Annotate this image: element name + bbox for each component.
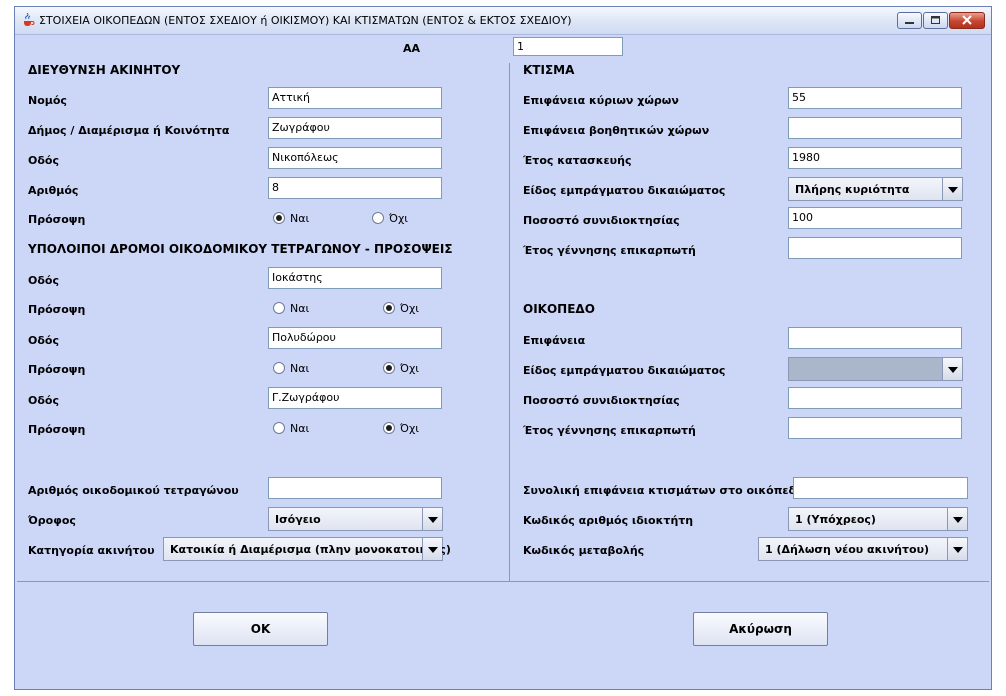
voithitikoi-field[interactable] xyxy=(788,117,962,139)
oikopedo-pososto-field[interactable] xyxy=(788,387,962,409)
footer-divider xyxy=(17,581,989,582)
arithmos-field[interactable]: 8 xyxy=(268,177,442,199)
etos-label: Έτος κατασκευής xyxy=(523,154,632,167)
radio-unselected-icon xyxy=(372,212,384,224)
other-streets-header: ΥΠΟΛΟΙΠΟΙ ΔΡΟΜΟΙ ΟΙΚΟΔΟΜΙΚΟΥ ΤΕΤΡΑΓΩΝΟΥ … xyxy=(28,242,453,256)
cancel-button[interactable]: Ακύρωση xyxy=(693,612,828,646)
dropdown-arrow-icon[interactable] xyxy=(942,358,962,380)
ktisma-eidos-label: Είδος εμπράγματου δικαιώματος xyxy=(523,184,726,197)
nomos-label: Νομός xyxy=(28,94,67,107)
odos-field[interactable]: Νικοπόλεως xyxy=(268,147,442,169)
synoliki-label: Συνολική επιφάνεια κτισμάτων στο οικόπεδ… xyxy=(523,484,804,497)
dropdown-arrow-icon[interactable] xyxy=(422,508,442,530)
prosopsi-label: Πρόσοψη xyxy=(28,213,86,226)
etos-field[interactable]: 1980 xyxy=(788,147,962,169)
radio-selected-icon xyxy=(383,422,395,434)
katigoria-combo[interactable]: Κατοικία ή Διαμέρισμα (πλην μονοκατοικία… xyxy=(163,537,451,561)
minimize-button[interactable] xyxy=(897,12,922,29)
voithitikoi-label: Επιφάνεια βοηθητικών χώρων xyxy=(523,124,710,137)
street1-yes-radio[interactable]: Ναι xyxy=(273,302,309,315)
maximize-icon xyxy=(931,16,940,24)
radio-unselected-icon xyxy=(273,362,285,374)
dimos-label: Δήμος / Διαμέρισμα ή Κοινότητα xyxy=(28,124,230,137)
close-icon xyxy=(962,15,972,25)
prosopsi-no-radio[interactable]: Όχι xyxy=(372,212,408,225)
column-divider xyxy=(509,63,510,582)
aa-field[interactable]: 1 xyxy=(513,37,623,56)
ktisma-gennisi-field[interactable] xyxy=(788,237,962,259)
block-number-label: Αριθμός οικοδομικού τετραγώνου xyxy=(28,484,239,497)
street1-odos-label: Οδός xyxy=(28,274,59,287)
dropdown-arrow-icon[interactable] xyxy=(422,538,442,560)
oikopedo-eidos-combo[interactable] xyxy=(788,357,963,381)
title-bar[interactable]: ΣΤΟΙΧΕΙΑ ΟΙΚΟΠΕΔΩΝ (ΕΝΤΟΣ ΣΧΕΔΙΟΥ ή ΟΙΚΙ… xyxy=(15,7,991,35)
kyrioi-label: Επιφάνεια κύριων χώρων xyxy=(523,94,679,107)
street3-odos-field[interactable]: Γ.Ζωγράφου xyxy=(268,387,442,409)
oikopedo-pososto-label: Ποσοστό συνιδιοκτησίας xyxy=(523,394,680,407)
radio-selected-icon xyxy=(383,362,395,374)
close-button[interactable] xyxy=(949,12,985,29)
java-cup-icon xyxy=(24,13,35,26)
dropdown-arrow-icon[interactable] xyxy=(947,508,967,530)
radio-selected-icon xyxy=(273,212,285,224)
street2-odos-label: Οδός xyxy=(28,334,59,347)
prosopsi-yes-radio[interactable]: Ναι xyxy=(273,212,309,225)
ktisma-header: ΚΤΙΣΜΑ xyxy=(523,63,575,77)
oikopedo-gennisi-field[interactable] xyxy=(788,417,962,439)
orofos-label: Όροφος xyxy=(28,514,76,527)
street3-yes-radio[interactable]: Ναι xyxy=(273,422,309,435)
oikopedo-gennisi-label: Έτος γέννησης επικαρπωτή xyxy=(523,424,696,437)
dialog-window: ΣΤΟΙΧΕΙΑ ΟΙΚΟΠΕΔΩΝ (ΕΝΤΟΣ ΣΧΕΔΙΟΥ ή ΟΙΚΙ… xyxy=(14,6,992,690)
street3-odos-label: Οδός xyxy=(28,394,59,407)
kodikos-metavolis-label: Κωδικός μεταβολής xyxy=(523,544,645,557)
minimize-icon xyxy=(905,22,914,24)
street2-no-radio[interactable]: Όχι xyxy=(383,362,419,375)
ktisma-pososto-field[interactable]: 100 xyxy=(788,207,962,229)
odos-label: Οδός xyxy=(28,154,59,167)
street2-prosopsi-label: Πρόσοψη xyxy=(28,363,86,376)
dropdown-arrow-icon[interactable] xyxy=(942,178,962,200)
address-header: ΔΙΕΥΘΥΝΣΗ ΑΚΙΝΗΤΟΥ xyxy=(28,63,181,77)
kodikos-idiokti-label: Κωδικός αριθμός ιδιοκτήτη xyxy=(523,514,694,527)
street1-prosopsi-label: Πρόσοψη xyxy=(28,303,86,316)
radio-selected-icon xyxy=(383,302,395,314)
katigoria-label: Κατηγορία ακινήτου xyxy=(28,544,155,557)
arithmos-label: Αριθμός xyxy=(28,184,79,197)
oikopedo-epifaneia-label: Επιφάνεια xyxy=(523,334,586,347)
kodikos-metavolis-combo[interactable]: 1 (Δήλωση νέου ακινήτου) xyxy=(758,537,968,561)
dropdown-arrow-icon[interactable] xyxy=(947,538,967,560)
orofos-combo[interactable]: Ισόγειο xyxy=(268,507,443,531)
ktisma-eidos-combo[interactable]: Πλήρης κυριότητα xyxy=(788,177,963,201)
synoliki-field[interactable] xyxy=(793,477,968,499)
ktisma-gennisi-label: Έτος γέννησης επικαρπωτή xyxy=(523,244,696,257)
kyrioi-field[interactable]: 55 xyxy=(788,87,962,109)
aa-label: ΑΑ xyxy=(403,42,421,55)
street1-no-radio[interactable]: Όχι xyxy=(383,302,419,315)
nomos-field[interactable]: Αττική xyxy=(268,87,442,109)
street3-prosopsi-label: Πρόσοψη xyxy=(28,423,86,436)
kodikos-idiokti-combo[interactable]: 1 (Υπόχρεος) xyxy=(788,507,968,531)
radio-unselected-icon xyxy=(273,302,285,314)
oikopedo-eidos-label: Είδος εμπράγματου δικαιώματος xyxy=(523,364,726,377)
ok-button[interactable]: OK xyxy=(193,612,328,646)
maximize-button[interactable] xyxy=(923,12,948,29)
street1-odos-field[interactable]: Ιοκάστης xyxy=(268,267,442,289)
street3-no-radio[interactable]: Όχι xyxy=(383,422,419,435)
window-title: ΣΤΟΙΧΕΙΑ ΟΙΚΟΠΕΔΩΝ (ΕΝΤΟΣ ΣΧΕΔΙΟΥ ή ΟΙΚΙ… xyxy=(39,14,572,27)
radio-unselected-icon xyxy=(273,422,285,434)
dimos-field[interactable]: Ζωγράφου xyxy=(268,117,442,139)
street2-yes-radio[interactable]: Ναι xyxy=(273,362,309,375)
street2-odos-field[interactable]: Πολυδώρου xyxy=(268,327,442,349)
ktisma-pososto-label: Ποσοστό συνιδιοκτησίας xyxy=(523,214,680,227)
oikopedo-header: ΟΙΚΟΠΕΔΟ xyxy=(523,302,595,316)
oikopedo-epifaneia-field[interactable] xyxy=(788,327,962,349)
block-number-field[interactable] xyxy=(268,477,442,499)
